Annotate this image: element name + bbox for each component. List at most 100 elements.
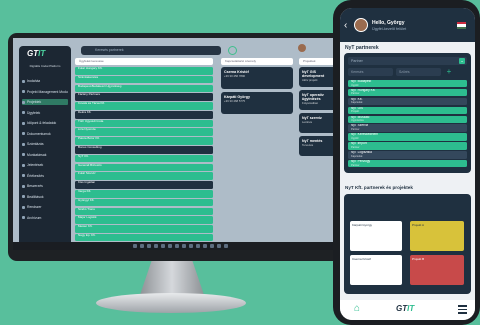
partner-row[interactable]: Budapest-Budakeszi Ügynökség xyxy=(75,84,213,93)
taskbar-app-icon[interactable] xyxy=(133,244,137,248)
partner-detail: Projekt xyxy=(351,110,360,114)
partner-name: Kováts és Társa Kft. xyxy=(78,102,105,106)
taskbar-app-icon[interactable] xyxy=(161,244,165,248)
contact-card[interactable]: Cserna Kristóf xyxy=(350,255,402,285)
back-icon[interactable]: ‹ xyxy=(344,21,347,31)
sidebar-item[interactable]: Időpont & feladatok xyxy=(22,120,68,126)
search-input[interactable]: Keresés xyxy=(348,68,393,76)
taskbar-app-icon[interactable] xyxy=(182,244,186,248)
partner-row[interactable]: NyT Logisztika Kapcsolat xyxy=(348,151,467,159)
sidebar-item-label: Számlázás xyxy=(27,142,44,146)
partner-row[interactable]: Liza Nyomda xyxy=(75,128,213,137)
project-card[interactable]: Projekt B xyxy=(410,255,464,285)
sidebar-item[interactable]: Ügyfelek xyxy=(22,110,68,116)
sidebar-item[interactable]: Jelentések xyxy=(22,162,68,168)
taskbar-app-icon[interactable] xyxy=(140,244,144,248)
refresh-icon[interactable] xyxy=(228,46,237,55)
taskbar-app-icon[interactable] xyxy=(196,244,200,248)
partner-name: NyT Szerviz xyxy=(351,124,369,128)
partner-row[interactable]: Mester Kft. xyxy=(75,225,213,233)
contact-card[interactable]: Kárpáti György xyxy=(350,221,402,251)
filter-input[interactable]: Szűrés xyxy=(396,68,441,76)
partner-row[interactable]: NyT Hungary Kft. Partner xyxy=(348,88,467,97)
sidebar-item[interactable]: Számlázás xyxy=(22,141,68,147)
taskbar-app-icon[interactable] xyxy=(168,244,172,248)
sidebar-item[interactable]: Dokumentumok xyxy=(22,131,68,137)
sidebar-item[interactable]: Projektek xyxy=(22,99,68,105)
user-subtitle: Ügyfél-kezelő felület xyxy=(372,27,407,31)
taskbar-app-icon[interactable] xyxy=(210,244,214,248)
partner-row[interactable]: NyT Kft. xyxy=(75,154,213,163)
partner-row[interactable]: Szabó Trans xyxy=(75,207,213,216)
partner-row[interactable]: Futár Szerviz xyxy=(75,172,213,180)
partner-row[interactable]: Fácány Partnere xyxy=(75,93,213,101)
partner-name: Bonus Consulting xyxy=(78,146,102,150)
sidebar-item[interactable]: Értékesítés xyxy=(22,173,68,179)
nav-icon xyxy=(22,111,25,115)
sidebar-item[interactable]: Projekt Management Modul xyxy=(22,89,68,95)
partner-row[interactable]: Gyöngyi Kft. xyxy=(75,198,213,207)
project-card[interactable]: NyT operatív ügyintézés Folyamatban xyxy=(299,90,337,110)
project-card[interactable]: NyT szerviz Lezárva xyxy=(299,113,337,133)
contact-card[interactable]: Cserna Kristóf +36 30 456 7890 xyxy=(221,67,293,89)
partner-row[interactable]: NyT Kft. Kapcsolat xyxy=(348,97,467,106)
partner-row[interactable]: Dekra Kft. xyxy=(75,110,213,119)
partner-row[interactable]: NyT Pénzügy Partner xyxy=(348,160,467,168)
column-header: Projektek xyxy=(299,58,337,65)
menu-icon[interactable] xyxy=(458,305,467,316)
partner-row[interactable]: Kováts és Társa Kft. xyxy=(75,102,213,110)
partner-row[interactable]: Nagy Ép. Kft. xyxy=(75,233,213,242)
taskbar-app-icon[interactable] xyxy=(154,244,158,248)
search-input[interactable]: Keresés partnerek xyxy=(81,46,221,55)
user-menu[interactable] xyxy=(298,44,337,54)
partner-row[interactable]: Varga Kft. xyxy=(75,189,213,198)
partner-row[interactable]: Bonus Consulting xyxy=(75,146,213,154)
partner-row[interactable]: Számlakezelés xyxy=(75,75,213,84)
home-icon[interactable]: ⌂ xyxy=(354,304,364,314)
sidebar-item[interactable]: Archívum xyxy=(22,215,68,221)
sidebar-item[interactable]: Beállítások xyxy=(22,194,68,200)
partner-name: NyT Kft. xyxy=(78,154,89,158)
partner-row[interactable]: Futar Hungary Kft. xyxy=(75,67,213,75)
taskbar-app-icon[interactable] xyxy=(175,244,179,248)
taskbar-app-icon[interactable] xyxy=(189,244,193,248)
language-flag-icon[interactable] xyxy=(457,22,466,29)
partner-name: NyT Pénzügy xyxy=(351,160,371,164)
taskbar-app-icon[interactable] xyxy=(203,244,207,248)
sidebar-item[interactable]: Beszerzés xyxy=(22,183,68,189)
partner-select[interactable]: Partner ⌄ xyxy=(348,57,467,65)
desktop-screen: GTIT Digitális Irodai Platform Irodaház P… xyxy=(13,38,337,250)
partner-name: Futar Hungary Kft. xyxy=(78,67,103,70)
partner-row[interactable]: Major Logistik xyxy=(75,216,213,224)
add-icon[interactable]: + xyxy=(445,68,453,76)
project-card[interactable]: Projekt A xyxy=(410,221,464,251)
partner-row[interactable]: Kiss Ingatlan xyxy=(75,181,213,189)
partner-row[interactable]: NyT GIS Projekt xyxy=(348,106,467,115)
sidebar-subtitle: Digitális Irodai Platform xyxy=(29,64,61,68)
sidebar-item[interactable]: Munkatársak xyxy=(22,152,68,158)
taskbar-app-icon[interactable] xyxy=(224,244,228,248)
project-card[interactable]: NyT mentés Tervezés xyxy=(299,136,337,156)
taskbar-app-icon[interactable] xyxy=(147,244,151,248)
contact-card[interactable]: Kárpáti György +36 30 468 5775 xyxy=(221,92,293,114)
sidebar-item[interactable]: Irodaház xyxy=(22,78,68,84)
project-card[interactable]: NyT GIS development Aktív projekt xyxy=(299,67,337,87)
nav-icon xyxy=(22,174,25,178)
card-info: +36 30 468 5775 xyxy=(224,99,246,103)
partner-row[interactable]: NyT Budapest Ügyfél xyxy=(348,80,467,88)
taskbar-app-icon[interactable] xyxy=(217,244,221,248)
sidebar-item-label: Értékesítés xyxy=(27,173,44,178)
sidebar-item[interactable]: Rendszer xyxy=(22,204,68,210)
sidebar-item-label: Projekt Management Modul xyxy=(27,89,68,94)
nav-icon xyxy=(22,205,25,209)
partner-row[interactable]: Palota Bútor Kft. xyxy=(75,137,213,145)
partner-row[interactable]: NyT Import Partner xyxy=(348,142,467,150)
partner-detail: Partner xyxy=(351,92,360,96)
partner-row[interactable]: NyT Kereskedelem Ügyfél xyxy=(348,133,467,141)
card-title: NyT operatív ügyintézés xyxy=(302,93,324,101)
partner-row[interactable]: NyT Műszaki Ügyintézés xyxy=(348,115,467,123)
partner-row[interactable]: NyT Szerviz Partner xyxy=(348,124,467,132)
partner-row[interactable]: Tóth Ügyvédi Iroda xyxy=(75,119,213,128)
partner-row[interactable]: Generali Biztosító xyxy=(75,163,213,172)
avatar[interactable] xyxy=(354,18,368,32)
